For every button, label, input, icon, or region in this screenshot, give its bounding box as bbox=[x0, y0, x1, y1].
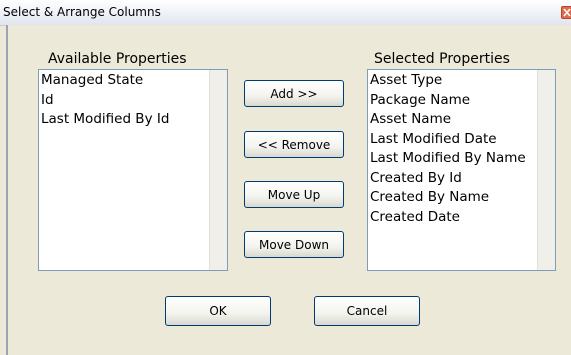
selected-properties-list[interactable]: Asset Type Package Name Asset Name Last Mod… bbox=[367, 69, 556, 271]
available-items: Managed State Id Last Modified By Id bbox=[41, 71, 207, 130]
title-bar[interactable]: Select & Arrange Columns bbox=[0, 0, 571, 26]
available-list-scrollbar[interactable] bbox=[209, 70, 227, 270]
list-item[interactable]: Package Name bbox=[370, 91, 535, 111]
list-item[interactable]: Created Date bbox=[370, 208, 535, 228]
close-button[interactable] bbox=[561, 6, 571, 19]
selected-list-scrollbar[interactable] bbox=[537, 70, 555, 270]
dialog-body: Available Properties Managed State Id Last… bbox=[8, 25, 571, 355]
available-properties-heading: Available Properties bbox=[48, 51, 187, 67]
list-item[interactable]: Asset Name bbox=[370, 110, 535, 130]
move-down-button[interactable]: Move Down bbox=[244, 231, 344, 258]
list-item[interactable]: Last Modified By Name bbox=[370, 149, 535, 169]
remove-button[interactable]: << Remove bbox=[244, 131, 344, 158]
list-item[interactable]: Last Modified Date bbox=[370, 130, 535, 150]
list-item[interactable]: Last Modified By Id bbox=[41, 110, 207, 130]
close-icon bbox=[563, 8, 571, 17]
selected-properties-heading: Selected Properties bbox=[374, 51, 510, 67]
select-arrange-columns-dialog: Select & Arrange Columns Available Prope… bbox=[0, 0, 571, 355]
window-title: Select & Arrange Columns bbox=[3, 5, 161, 19]
list-item[interactable]: Created By Name bbox=[370, 188, 535, 208]
ok-button[interactable]: OK bbox=[165, 296, 271, 326]
list-item[interactable]: Managed State bbox=[41, 71, 207, 91]
list-item[interactable]: Created By Id bbox=[370, 169, 535, 189]
add-button[interactable]: Add >> bbox=[244, 80, 344, 107]
available-properties-list[interactable]: Managed State Id Last Modified By Id bbox=[38, 69, 228, 271]
list-item[interactable]: Id bbox=[41, 91, 207, 111]
list-item[interactable]: Asset Type bbox=[370, 71, 535, 91]
cancel-button[interactable]: Cancel bbox=[314, 296, 420, 326]
selected-items: Asset Type Package Name Asset Name Last Mod… bbox=[370, 71, 535, 227]
move-up-button[interactable]: Move Up bbox=[244, 181, 344, 208]
